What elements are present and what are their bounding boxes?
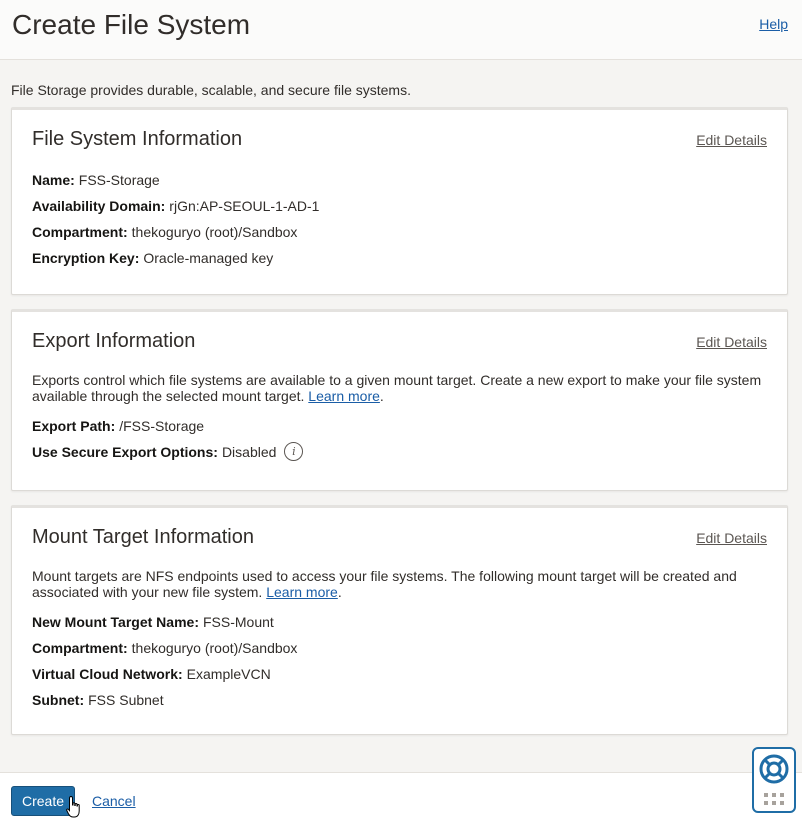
cancel-link[interactable]: Cancel [92,793,136,809]
field-label: Export Path: [32,418,116,434]
export-description: Exports control which file systems are a… [32,372,762,404]
field-value: FSS Subnet [88,692,164,708]
card-title: File System Information [32,128,243,150]
edit-details-link[interactable]: Edit Details [696,530,767,546]
field-value: Oracle-managed key [143,250,274,266]
field-row-encryption-key: Encryption Key: Oracle-managed key [32,250,767,276]
field-label: Compartment: [32,224,128,240]
grid-dots-icon [764,793,784,805]
intro-text: File Storage provides durable, scalable,… [11,82,411,98]
card-content: Mount targets are NFS endpoints used to … [32,568,767,718]
edit-details-link[interactable]: Edit Details [696,132,767,148]
field-label: New Mount Target Name: [32,614,199,630]
description-text: Exports control which file systems are a… [32,372,762,404]
footer-actions: Create Cancel [0,772,802,824]
field-label: Use Secure Export Options: [32,444,218,460]
field-row-compartment: Compartment: thekoguryo (root)/Sandbox [32,640,767,666]
mount-target-description: Mount targets are NFS endpoints used to … [32,568,737,600]
field-label: Compartment: [32,640,128,656]
field-value: rjGn:AP-SEOUL-1-AD-1 [169,198,320,214]
field-label: Availability Domain: [32,198,166,214]
card-content: Exports control which file systems are a… [32,372,767,470]
field-value: Disabled [221,444,277,460]
field-value: ExampleVCN [186,666,271,682]
field-value: thekoguryo (root)/Sandbox [131,640,298,656]
mount-target-info-card: Mount Target Information Edit Details Mo… [11,505,788,735]
card-content: Name: FSS-Storage Availability Domain: r… [32,172,767,276]
support-widget[interactable] [752,747,796,813]
card-title: Mount Target Information [32,526,254,548]
page-header: Create File System Help [0,0,802,60]
file-system-info-card: File System Information Edit Details Nam… [11,107,788,295]
field-row-vcn: Virtual Cloud Network: ExampleVCN [32,666,767,692]
field-row-export-path: Export Path: /FSS-Storage [32,418,767,444]
card-title: Export Information [32,330,196,352]
learn-more-link[interactable]: Learn more [266,584,338,600]
field-value: FSS-Mount [202,614,274,630]
field-value: thekoguryo (root)/Sandbox [131,224,298,240]
field-label: Subnet: [32,692,85,708]
field-row-compartment: Compartment: thekoguryo (root)/Sandbox [32,224,767,250]
export-info-card: Export Information Edit Details Exports … [11,309,788,491]
edit-details-link[interactable]: Edit Details [696,334,767,350]
lifebuoy-icon [759,754,789,784]
field-row-mount-target-name: New Mount Target Name: FSS-Mount [32,614,767,640]
info-icon[interactable]: i [284,442,304,461]
field-label: Name: [32,172,75,188]
field-row-availability-domain: Availability Domain: rjGn:AP-SEOUL-1-AD-… [32,198,767,224]
field-value: /FSS-Storage [119,418,205,434]
panel-body: File Storage provides durable, scalable,… [0,61,802,772]
field-label: Encryption Key: [32,250,140,266]
description-text: Mount targets are NFS endpoints used to … [32,568,737,600]
page-title: Create File System [12,9,251,40]
field-value: FSS-Storage [78,172,160,188]
field-row-secure-export: Use Secure Export Options: Disabled i [32,442,767,470]
field-label: Virtual Cloud Network: [32,666,183,682]
help-link[interactable]: Help [759,16,788,32]
field-row-subnet: Subnet: FSS Subnet [32,692,767,718]
field-row-name: Name: FSS-Storage [32,172,767,198]
learn-more-link[interactable]: Learn more [308,388,380,404]
create-button[interactable]: Create [11,786,75,816]
